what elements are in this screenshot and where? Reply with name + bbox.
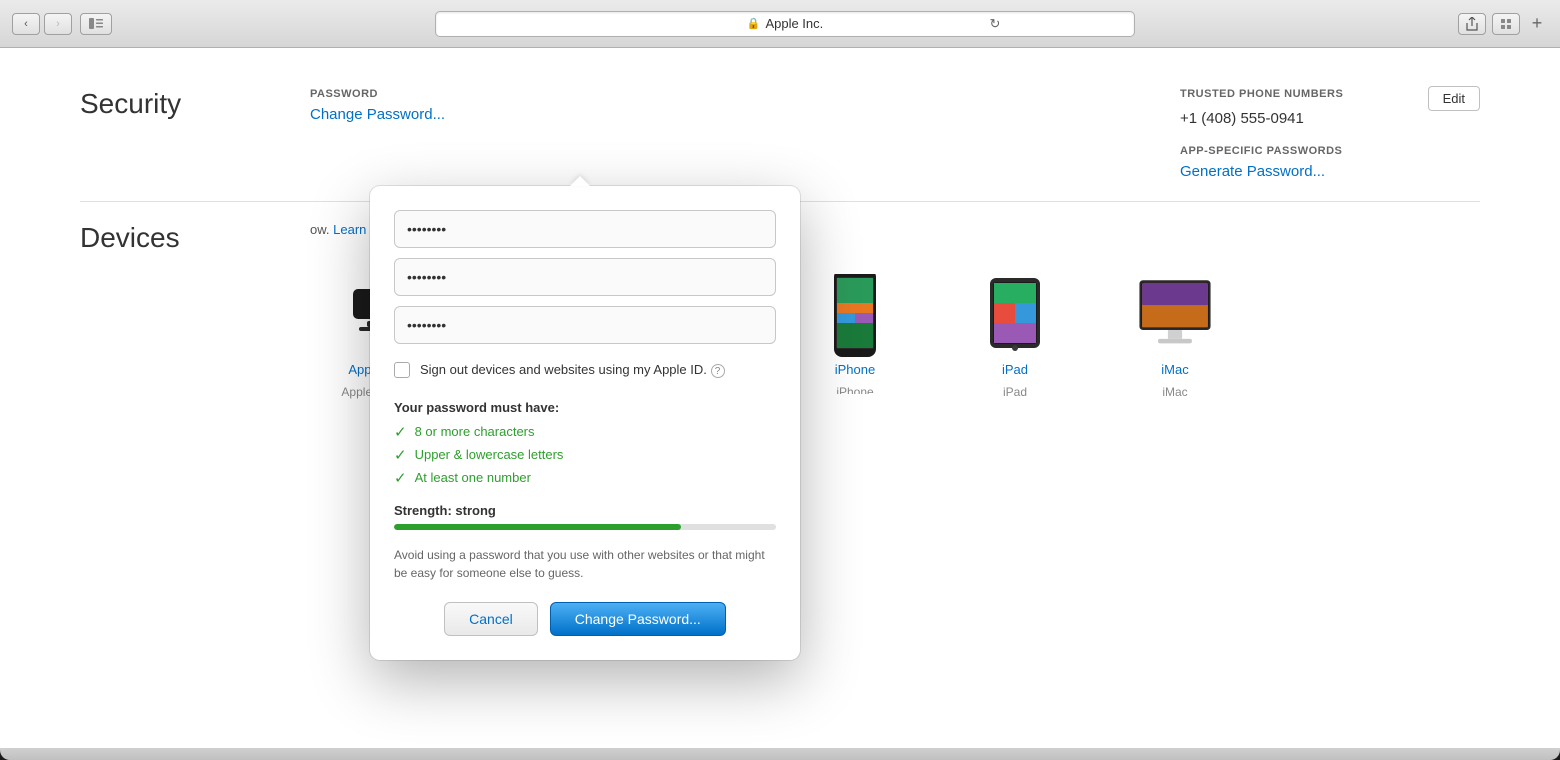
devices-intro: ow. (310, 222, 330, 237)
lock-icon: 🔒 (747, 17, 761, 30)
device-name: iPhone (835, 362, 875, 377)
device-item[interactable]: iPad iPad (955, 274, 1075, 399)
signout-text: Sign out devices and websites using my A… (420, 360, 725, 380)
back-button[interactable]: ‹ (12, 13, 40, 35)
new-password-input[interactable] (394, 258, 776, 296)
edit-button[interactable]: Edit (1428, 86, 1480, 111)
req-text-2: Upper & lowercase letters (415, 447, 564, 462)
change-password-button[interactable]: Change Password... (550, 602, 726, 636)
requirement-item: ✓ At least one number (394, 469, 776, 487)
signout-checkbox[interactable] (394, 362, 410, 378)
new-tab-tile-button[interactable] (1492, 13, 1520, 35)
generate-password-link[interactable]: Generate Password... (1180, 163, 1325, 180)
cancel-button[interactable]: Cancel (444, 602, 538, 636)
address-bar[interactable]: 🔒 Apple Inc. ↻ (435, 11, 1135, 37)
device-type: iMac (1162, 385, 1187, 399)
req-check-1: ✓ (394, 423, 407, 441)
req-text-1: 8 or more characters (415, 424, 535, 439)
popup-arrow (570, 176, 590, 186)
signout-row: Sign out devices and websites using my A… (394, 360, 776, 380)
requirement-item: ✓ Upper & lowercase letters (394, 446, 776, 464)
help-icon[interactable]: ? (711, 364, 725, 378)
browser-bottom (0, 748, 1560, 760)
req-text-3: At least one number (415, 470, 531, 485)
device-type: iPhone (836, 385, 873, 394)
sidebar-button[interactable] (80, 13, 112, 35)
browser-toolbar: ‹ › 🔒 Apple Inc. ↻ (0, 0, 1560, 48)
device-item[interactable]: iMac iMac (1115, 274, 1235, 399)
req-check-2: ✓ (394, 446, 407, 464)
req-check-3: ✓ (394, 469, 407, 487)
device-name: iPad (1002, 362, 1028, 377)
password-popup: Sign out devices and websites using my A… (370, 186, 800, 660)
browser-content: Security PASSWORD Change Password... Edi… (0, 48, 1560, 748)
strength-bar-fill (394, 524, 681, 530)
share-button[interactable] (1458, 13, 1486, 35)
nav-buttons: ‹ › (12, 13, 72, 35)
avoid-text: Avoid using a password that you use with… (394, 546, 776, 582)
requirement-item: ✓ 8 or more characters (394, 423, 776, 441)
address-text: Apple Inc. (765, 16, 823, 31)
device-type: iPad (1003, 385, 1027, 399)
device-name: iMac (1161, 362, 1188, 377)
requirements-section: Your password must have: ✓ 8 or more cha… (394, 400, 776, 487)
new-tab-button[interactable]: + (1526, 13, 1548, 35)
app-specific-label: APP-SPECIFIC PASSWORDS (1180, 145, 1480, 157)
reload-button[interactable]: ↻ (981, 13, 1009, 35)
strength-section: Strength: strong (394, 503, 776, 530)
strength-bar-container (394, 524, 776, 530)
iphone-image (815, 274, 895, 354)
ipad-image (975, 274, 1055, 354)
imac-image (1135, 274, 1215, 354)
devices-title: Devices (80, 222, 260, 254)
requirements-title: Your password must have: (394, 400, 776, 415)
phone-number: +1 (408) 555-0941 (1180, 110, 1480, 127)
device-item[interactable]: iPhone iPhone (795, 274, 915, 394)
change-password-link[interactable]: Change Password... (310, 106, 510, 123)
strength-label: Strength: strong (394, 503, 776, 518)
laptop-frame: ‹ › 🔒 Apple Inc. ↻ (0, 0, 1560, 760)
password-label: PASSWORD (310, 88, 510, 100)
forward-button[interactable]: › (44, 13, 72, 35)
browser-chrome: ‹ › 🔒 Apple Inc. ↻ (0, 0, 1560, 48)
security-title: Security (80, 88, 260, 120)
toolbar-right: + (1458, 13, 1548, 35)
current-password-input[interactable] (394, 210, 776, 248)
confirm-password-input[interactable] (394, 306, 776, 344)
popup-buttons: Cancel Change Password... (394, 602, 776, 636)
